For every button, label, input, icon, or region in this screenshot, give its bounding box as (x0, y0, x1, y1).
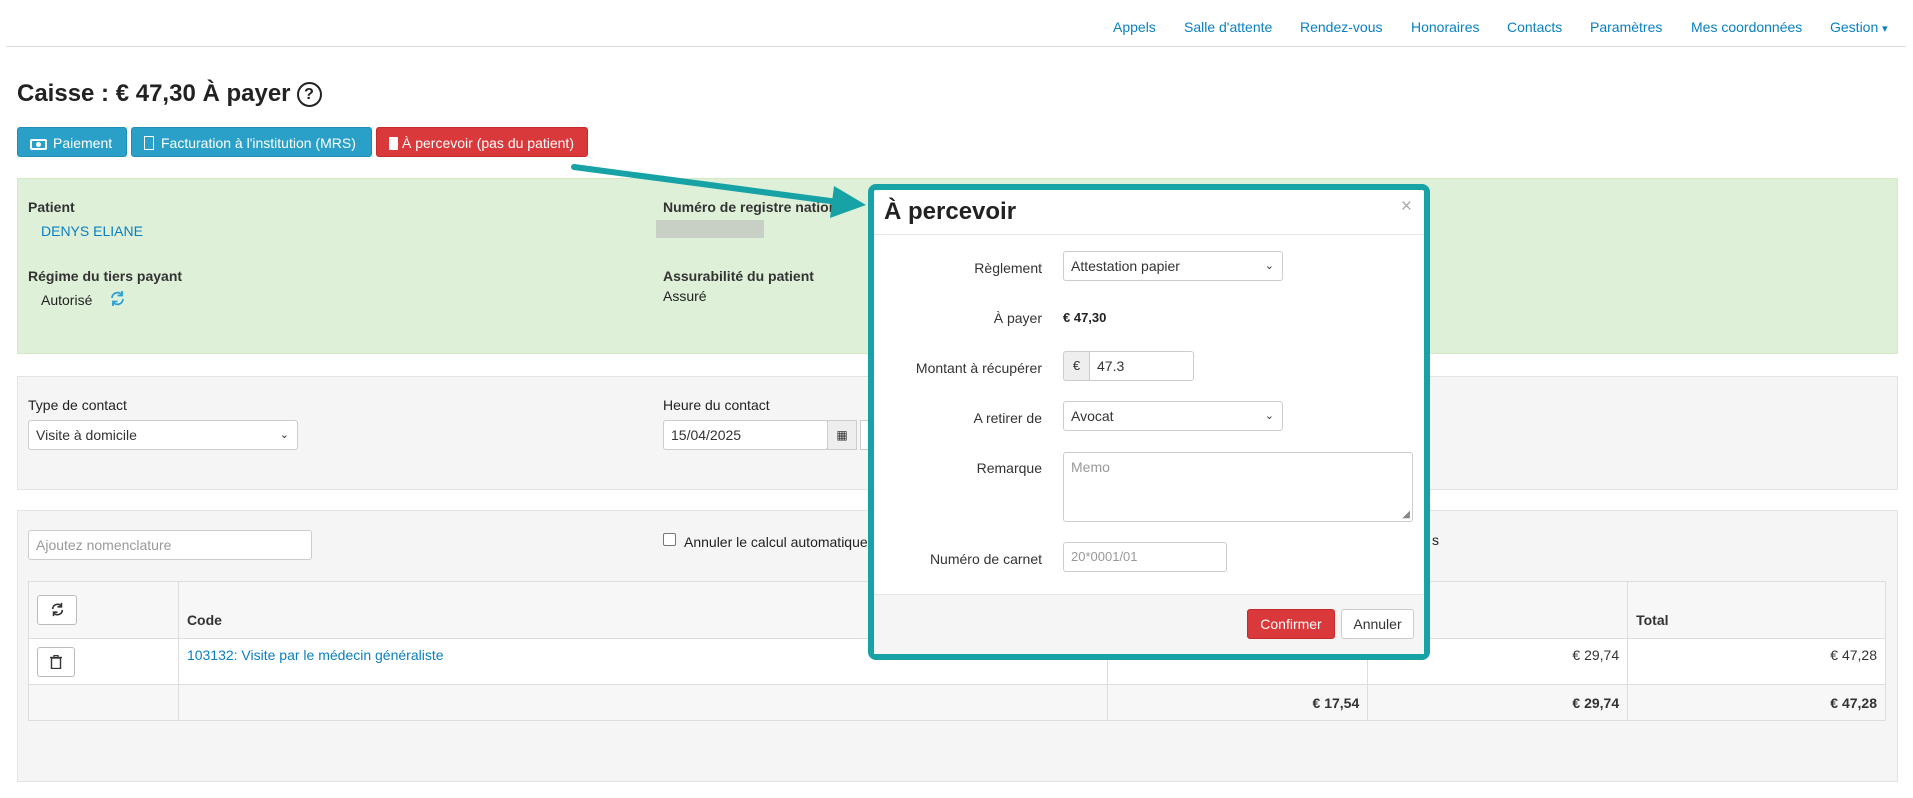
annuler-calcul-checkbox[interactable] (663, 533, 676, 546)
total-header: Total (1627, 581, 1886, 639)
modal-title: À percevoir (884, 198, 1017, 225)
delete-cell (28, 638, 179, 685)
currency-addon: € (1063, 351, 1090, 381)
trash-icon[interactable] (37, 646, 75, 677)
montant-input[interactable]: 47.3 (1089, 351, 1194, 381)
nav-mes-coordonnees[interactable]: Mes coordonnées (1691, 19, 1802, 35)
confirm-button[interactable]: Confirmer (1247, 609, 1335, 639)
patient-label: Patient (28, 199, 75, 215)
totals-total-cell: € 47,28 (1627, 684, 1886, 721)
carnet-label: Numéro de carnet (929, 551, 1042, 567)
cancel-button[interactable]: Annuler (1341, 609, 1414, 639)
a-percevoir-modal: À percevoir × Règlement Attestation papi… (868, 184, 1430, 660)
calendar-icon[interactable]: ▦ (827, 420, 857, 450)
type-contact-select[interactable]: Visite à domicile ⌄ (28, 420, 298, 450)
facturation-institution-button[interactable]: Facturation à l'institution (MRS) (131, 127, 372, 157)
remarque-textarea[interactable]: Memo ◢ (1063, 452, 1413, 522)
apayer-value: € 47,30 (1063, 310, 1107, 325)
registre-value-redacted (656, 220, 764, 238)
nomenclature-input[interactable]: Ajoutez nomenclature (28, 530, 312, 560)
nav-gestion-label: Gestion (1830, 19, 1879, 35)
cash-icon (30, 139, 47, 150)
nav-rendez-vous[interactable]: Rendez-vous (1300, 19, 1383, 35)
carnet-input[interactable]: 20*0001/01 (1063, 542, 1227, 572)
nomenclature-placeholder: Ajoutez nomenclature (36, 537, 172, 553)
retirer-value: Avocat (1071, 408, 1114, 424)
paiement-button[interactable]: Paiement (17, 127, 127, 157)
nav-appels[interactable]: Appels (1113, 19, 1156, 35)
montant-label: Montant à récupérer (915, 360, 1042, 376)
regime-value: Autorisé (41, 292, 93, 308)
refresh-table-button[interactable] (37, 595, 77, 625)
assurabilite-value: Assuré (663, 288, 707, 304)
nav-salle-attente[interactable]: Salle d'attente (1184, 19, 1272, 35)
date-input[interactable]: 15/04/2025 (663, 420, 828, 450)
chevron-down-icon: ⌄ (1264, 260, 1274, 272)
annuler-calcul-label: Annuler le calcul automatique (684, 534, 868, 550)
chevron-down-icon: ⌄ (279, 429, 289, 441)
apayer-label: À payer (993, 310, 1042, 326)
totals-ticket-cell: € 17,54 (1107, 684, 1369, 721)
paiement-label: Paiement (53, 135, 113, 151)
remarque-placeholder: Memo (1071, 459, 1110, 475)
type-contact-label: Type de contact (28, 397, 127, 413)
carnet-placeholder: 20*0001/01 (1071, 549, 1138, 564)
reglement-select[interactable]: Attestation papier ⌄ (1063, 251, 1283, 281)
chevron-down-icon: ⌄ (1264, 410, 1274, 422)
annotation-arrow (571, 164, 866, 218)
a-percevoir-button[interactable]: À percevoir (pas du patient) (376, 127, 588, 157)
top-navbar: Appels Salle d'attente Rendez-vous Honor… (6, 0, 1906, 47)
nav-honoraires[interactable]: Honoraires (1411, 19, 1479, 35)
receipt-icon (389, 137, 398, 150)
regime-label: Régime du tiers payant (28, 268, 183, 284)
totals-empty-cell (177, 684, 1109, 721)
type-contact-value: Visite à domicile (36, 427, 137, 443)
assurabilite-label: Assurabilité du patient (663, 268, 814, 284)
page-title-text: Caisse : € 47,30 À payer (17, 80, 291, 107)
nav-contacts[interactable]: Contacts (1507, 19, 1562, 35)
retirer-select[interactable]: Avocat ⌄ (1063, 401, 1283, 431)
chevron-down-icon: ▾ (1882, 23, 1888, 35)
nav-parametres[interactable]: Paramètres (1590, 19, 1662, 35)
code-link[interactable]: 103132: Visite par le médecin généralist… (187, 647, 444, 663)
total-cell: € 47,28 (1627, 638, 1886, 685)
hidden-option-fragment: s (1432, 532, 1439, 548)
retirer-label: A retirer de (973, 410, 1042, 426)
a-percevoir-label: À percevoir (pas du patient) (402, 135, 574, 151)
building-icon (144, 136, 154, 150)
close-icon[interactable]: × (1401, 196, 1412, 218)
totals-rembourse-cell: € 29,74 (1367, 684, 1629, 721)
refresh-icon[interactable] (109, 290, 126, 310)
help-icon[interactable]: ? (296, 82, 322, 107)
totals-empty-cell (28, 684, 179, 721)
page-title: Caisse : € 47,30 À payer? (17, 80, 322, 108)
resize-handle-icon[interactable]: ◢ (1402, 509, 1410, 520)
remarque-label: Remarque (976, 460, 1042, 476)
reglement-value: Attestation papier (1071, 258, 1180, 274)
patient-name-link[interactable]: DENYS ELIANE (41, 223, 143, 239)
heure-contact-label: Heure du contact (663, 397, 770, 413)
modal-footer: Confirmer Annuler (874, 594, 1424, 654)
refresh-cell (28, 581, 179, 639)
totals-row: € 17,54 € 29,74 € 47,28 (28, 684, 1886, 721)
nav-gestion[interactable]: Gestion ▾ (1830, 19, 1888, 35)
reglement-label: Règlement (974, 260, 1042, 276)
facturation-label: Facturation à l'institution (MRS) (161, 135, 356, 151)
